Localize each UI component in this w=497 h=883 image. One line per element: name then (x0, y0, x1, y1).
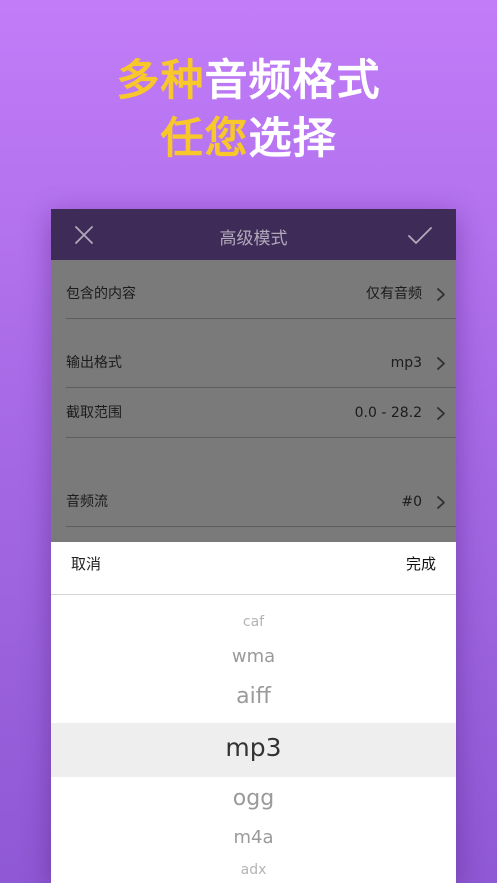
setting-label: 包含的内容 (66, 286, 136, 302)
setting-value: 仅有音频 (366, 286, 422, 302)
setting-label: 音频流 (66, 494, 108, 510)
setting-label: 截取范围 (66, 405, 122, 421)
headline-text-1: 音频格式 (204, 56, 381, 106)
setting-label: 输出格式 (66, 355, 122, 371)
row-divider (66, 437, 456, 438)
picker-option[interactable]: m4a (51, 827, 456, 849)
chevron-right-icon (437, 357, 445, 370)
picker-option[interactable]: aiff (51, 683, 456, 711)
setting-row-range[interactable]: 截取范围 0.0 - 28.2 (66, 389, 456, 438)
picker-option[interactable]: caf (51, 613, 456, 631)
chevron-right-icon (437, 288, 445, 301)
picker-toolbar: 取消 完成 (51, 542, 456, 595)
headline-line-1: 多种音频格式 (0, 52, 497, 110)
setting-value: mp3 (390, 355, 422, 371)
headline-line-2: 任您选择 (0, 110, 497, 168)
done-button[interactable]: 完成 (406, 542, 436, 586)
chevron-right-icon (437, 496, 445, 509)
picker-option[interactable]: adx (51, 861, 456, 879)
checkmark-icon[interactable] (408, 227, 432, 245)
headline-text-2: 选择 (248, 114, 337, 164)
phone-screen: 高级模式 包含的内容 仅有音频 输出格式 mp3 截取范围 0.0 - 28.2… (51, 209, 456, 883)
headline-highlight-2: 任您 (160, 114, 249, 164)
setting-row-format[interactable]: 输出格式 mp3 (66, 339, 456, 388)
picker-option[interactable]: ogg (51, 785, 456, 813)
row-divider (66, 387, 456, 388)
cancel-button[interactable]: 取消 (71, 542, 101, 586)
page-title: 高级模式 (219, 229, 288, 249)
headline-highlight-1: 多种 (116, 56, 205, 106)
picker-option-selected[interactable]: mp3 (51, 731, 456, 765)
setting-row-content[interactable]: 包含的内容 仅有音频 (66, 270, 456, 319)
row-divider (66, 526, 456, 527)
setting-value: 0.0 - 28.2 (354, 405, 422, 421)
promo-headline: 多种音频格式 任您选择 (0, 52, 497, 168)
format-picker-sheet: 取消 完成 caf wma aiff mp3 ogg m4a adx (51, 542, 456, 883)
format-picker-wheel[interactable]: caf wma aiff mp3 ogg m4a adx (51, 595, 456, 883)
setting-value: #0 (401, 494, 422, 510)
chevron-right-icon (437, 407, 445, 420)
nav-bar: 高级模式 (51, 209, 456, 260)
setting-row-audio-stream[interactable]: 音频流 #0 (66, 478, 456, 527)
row-divider (66, 318, 456, 319)
picker-option[interactable]: wma (51, 646, 456, 668)
